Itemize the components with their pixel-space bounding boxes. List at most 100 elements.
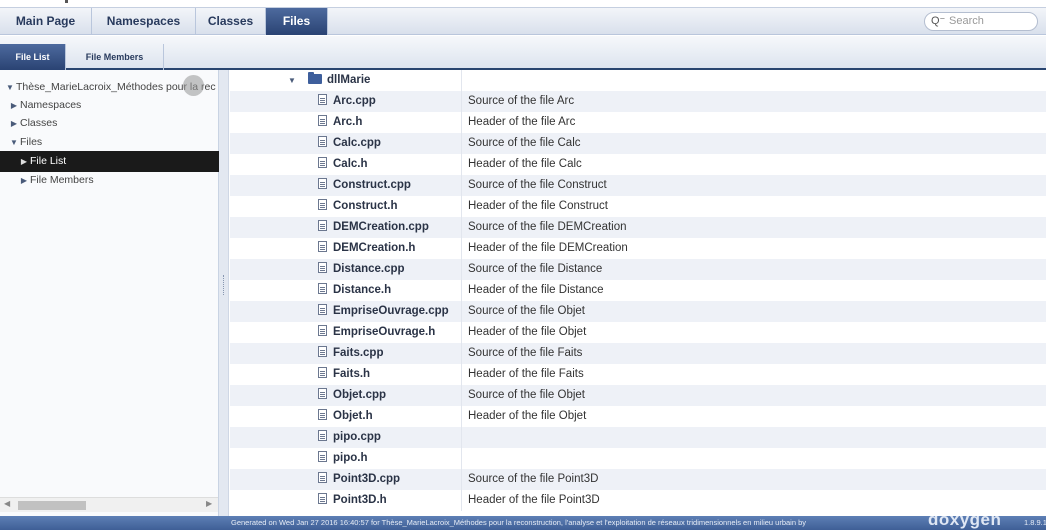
- file-link[interactable]: DEMCreation.h: [333, 242, 415, 254]
- file-name-cell: Objet.cpp: [318, 385, 386, 406]
- file-link[interactable]: EmpriseOuvrage.h: [333, 326, 435, 338]
- nav-horizontal-scrollbar[interactable]: ◀ ▶: [0, 497, 218, 512]
- file-link[interactable]: Calc.cpp: [333, 137, 381, 149]
- file-description: Header of the file Point3D: [468, 494, 600, 506]
- file-icon: [318, 199, 327, 210]
- file-icon: [318, 367, 327, 378]
- file-icon: [318, 178, 327, 189]
- file-description: Header of the file DEMCreation: [468, 242, 628, 254]
- tab-file-members[interactable]: File Members: [66, 44, 164, 70]
- file-link[interactable]: Calc.h: [333, 158, 368, 170]
- doxygen-logo[interactable]: doxygen: [928, 516, 1001, 528]
- file-link[interactable]: EmpriseOuvrage.cpp: [333, 305, 449, 317]
- expand-arrow-icon[interactable]: ▶: [18, 151, 30, 172]
- file-row: Point3D.cpp Source of the file Point3D: [230, 469, 1046, 490]
- file-link[interactable]: Distance.h: [333, 284, 391, 296]
- file-link[interactable]: Objet.h: [333, 410, 373, 422]
- file-icon: [318, 388, 327, 399]
- file-link[interactable]: Faits.h: [333, 368, 370, 380]
- file-name-cell: DEMCreation.h: [318, 238, 415, 259]
- file-description: Header of the file Objet: [468, 410, 587, 422]
- file-link[interactable]: pipo.h: [333, 452, 368, 464]
- tab-file-list[interactable]: File List: [0, 44, 66, 70]
- column-divider: [461, 364, 462, 385]
- nav-item-label: File List: [30, 155, 67, 167]
- file-name-cell: Distance.cpp: [318, 259, 405, 280]
- scrollbar-thumb[interactable]: [18, 501, 86, 510]
- file-link[interactable]: Objet.cpp: [333, 389, 386, 401]
- column-divider: [461, 91, 462, 112]
- file-name-cell: Distance.h: [318, 280, 391, 301]
- file-link[interactable]: pipo.cpp: [333, 431, 381, 443]
- file-row: DEMCreation.h Header of the file DEMCreat…: [230, 238, 1046, 259]
- column-divider: [461, 112, 462, 133]
- search-input[interactable]: Q⁻ Search: [924, 12, 1038, 31]
- file-icon: [318, 136, 327, 147]
- file-icon: [318, 493, 327, 504]
- splitter-grip[interactable]: [223, 275, 225, 295]
- collapse-arrow-icon[interactable]: ▼: [288, 70, 300, 91]
- file-link[interactable]: Construct.h: [333, 200, 398, 212]
- file-icon: [318, 94, 327, 105]
- file-row: DEMCreation.cpp Source of the file DEMCre…: [230, 217, 1046, 238]
- main-tab-bar: Main Page Namespaces Classes Files Q⁻ Se…: [0, 7, 1046, 35]
- folder-name[interactable]: dllMarie: [327, 74, 370, 86]
- column-divider: [461, 217, 462, 238]
- column-divider: [461, 175, 462, 196]
- nav-item-file-list[interactable]: ▶ File List: [0, 151, 219, 172]
- nav-item-files[interactable]: ▼ Files: [0, 132, 219, 153]
- file-icon: [318, 430, 327, 441]
- file-name-cell: Faits.cpp: [318, 343, 383, 364]
- file-link[interactable]: Point3D.cpp: [333, 473, 400, 485]
- file-description: Source of the file Objet: [468, 305, 585, 317]
- nav-item-classes[interactable]: ▶ Classes: [0, 113, 219, 134]
- file-row: Faits.cpp Source of the file Faits: [230, 343, 1046, 364]
- file-name-cell: Faits.h: [318, 364, 370, 385]
- file-icon: [318, 220, 327, 231]
- folder-row[interactable]: ▼ dllMarie: [230, 70, 1046, 91]
- file-row: Construct.cpp Source of the file Construc…: [230, 175, 1046, 196]
- expand-arrow-icon[interactable]: ▼: [8, 132, 20, 153]
- file-description: Source of the file DEMCreation: [468, 221, 627, 233]
- file-icon: [318, 409, 327, 420]
- file-description: Header of the file Arc: [468, 116, 576, 128]
- column-divider: [461, 196, 462, 217]
- expand-arrow-icon[interactable]: ▶: [8, 113, 20, 134]
- column-divider: [461, 427, 462, 448]
- nav-item-file-members[interactable]: ▶ File Members: [0, 170, 219, 191]
- nav-item-label: Files: [20, 136, 43, 148]
- file-link[interactable]: Point3D.h: [333, 494, 387, 506]
- panel-splitter[interactable]: [219, 70, 229, 516]
- scroll-left-icon[interactable]: ◀: [4, 499, 10, 508]
- column-divider: [461, 406, 462, 427]
- file-link[interactable]: Faits.cpp: [333, 347, 383, 359]
- file-icon: [318, 325, 327, 336]
- file-row: Objet.cpp Source of the file Objet: [230, 385, 1046, 406]
- file-link[interactable]: Construct.cpp: [333, 179, 411, 191]
- file-name-cell: Arc.cpp: [318, 91, 376, 112]
- column-divider: [461, 385, 462, 406]
- file-icon: [318, 283, 327, 294]
- sync-icon[interactable]: [183, 75, 204, 96]
- scroll-right-icon[interactable]: ▶: [206, 499, 212, 508]
- file-link[interactable]: DEMCreation.cpp: [333, 221, 429, 233]
- file-row: EmpriseOuvrage.h Header of the file Objet: [230, 322, 1046, 343]
- file-name-cell: EmpriseOuvrage.cpp: [318, 301, 449, 322]
- file-row: pipo.cpp: [230, 427, 1046, 448]
- tab-files[interactable]: Files: [266, 8, 328, 35]
- tab-main-page[interactable]: Main Page: [0, 8, 92, 35]
- file-icon: [318, 157, 327, 168]
- file-name-cell: pipo.h: [318, 448, 368, 469]
- file-description: Header of the file Objet: [468, 326, 587, 338]
- file-description: Source of the file Distance: [468, 263, 603, 275]
- file-link[interactable]: Distance.cpp: [333, 263, 405, 275]
- file-row: Arc.cpp Source of the file Arc: [230, 91, 1046, 112]
- nav-tree: ▼ Thèse_MarieLacroix_Méthodes pour la rec…: [0, 70, 219, 516]
- file-link[interactable]: Arc.h: [333, 116, 362, 128]
- tab-namespaces[interactable]: Namespaces: [92, 8, 196, 35]
- expand-arrow-icon[interactable]: ▶: [18, 170, 30, 191]
- nav-item-label: File Members: [30, 174, 94, 186]
- nav-item-label: Classes: [20, 117, 58, 129]
- file-link[interactable]: Arc.cpp: [333, 95, 376, 107]
- tab-classes[interactable]: Classes: [196, 8, 266, 35]
